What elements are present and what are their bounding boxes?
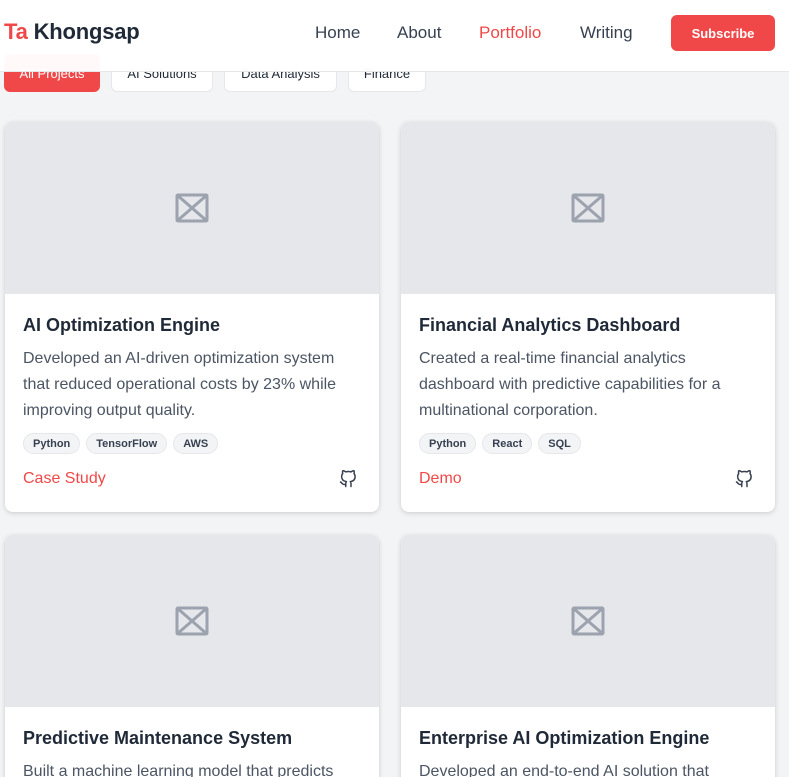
github-icon[interactable] (339, 470, 357, 488)
project-description: Developed an AI-driven optimization syst… (23, 350, 337, 419)
nav-home[interactable]: Home (315, 23, 360, 43)
project-thumbnail (401, 535, 775, 707)
project-description: Developed an end-to-end AI solution that (419, 763, 709, 777)
image-placeholder-icon (571, 606, 605, 636)
project-title: Financial Analytics Dashboard (419, 315, 681, 335)
site-header: Ta Khongsap Home About Portfolio Writing… (0, 0, 789, 72)
project-title: Predictive Maintenance System (23, 728, 293, 748)
project-card[interactable]: Predictive Maintenance System Built a ma… (5, 535, 379, 777)
image-placeholder-icon (571, 193, 605, 223)
case-study-link[interactable]: Case Study (23, 470, 106, 488)
github-icon[interactable] (735, 470, 753, 488)
project-card[interactable]: AI Optimization Engine Developed an AI-d… (5, 122, 379, 512)
project-card[interactable]: Enterprise AI Optimization Engine Develo… (401, 535, 775, 777)
nav-writing[interactable]: Writing (580, 23, 633, 43)
tech-tag: Python (23, 433, 81, 454)
tech-tag: TensorFlow (86, 433, 168, 454)
nav-portfolio[interactable]: Portfolio (479, 23, 541, 43)
subscribe-button[interactable]: Subscribe (671, 15, 775, 51)
project-description: Built a machine learning model that pred… (23, 763, 334, 777)
tech-tags: Python React SQL (419, 433, 757, 454)
project-thumbnail (5, 122, 379, 294)
project-thumbnail (401, 122, 775, 294)
tech-tag: AWS (173, 433, 219, 454)
project-description: Created a real-time financial analytics … (419, 350, 721, 419)
project-thumbnail (5, 535, 379, 707)
image-placeholder-icon (175, 606, 209, 636)
project-title: AI Optimization Engine (23, 315, 220, 335)
tech-tags: Python TensorFlow AWS (23, 433, 361, 454)
project-title: Enterprise AI Optimization Engine (419, 728, 710, 748)
tech-tag: React (482, 433, 533, 454)
tech-tag: Python (419, 433, 477, 454)
image-placeholder-icon (175, 193, 209, 223)
tech-tag: SQL (538, 433, 581, 454)
demo-link[interactable]: Demo (419, 470, 462, 488)
project-card[interactable]: Financial Analytics Dashboard Created a … (401, 122, 775, 512)
nav-about[interactable]: About (397, 23, 441, 43)
